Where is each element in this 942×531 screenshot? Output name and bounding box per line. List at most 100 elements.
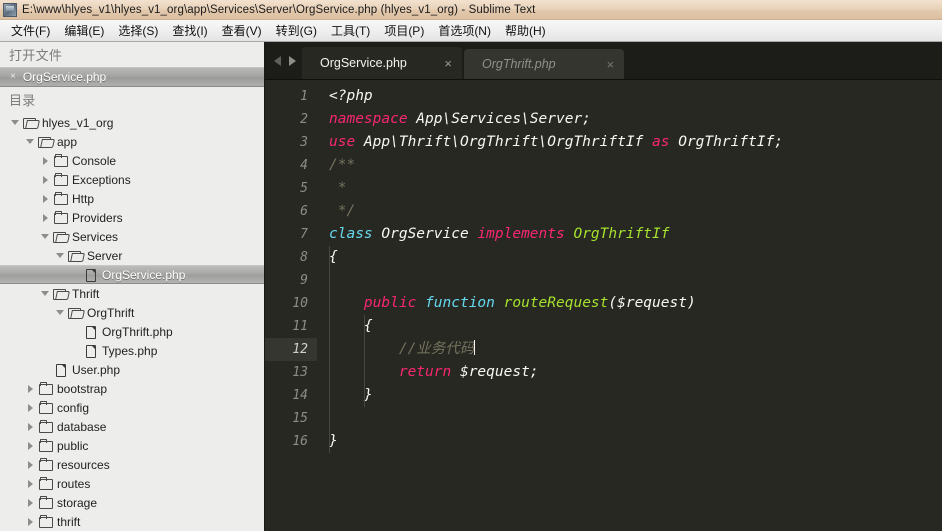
chevron-right-icon[interactable] (25, 497, 36, 508)
editor-tab-orgservice-php[interactable]: OrgService.php × (302, 47, 462, 79)
close-icon[interactable]: × (444, 57, 452, 70)
sublime-text-icon (3, 2, 17, 17)
line-number: 1 (300, 89, 308, 104)
chevron-down-icon[interactable] (10, 117, 21, 128)
tree-row-label: Http (72, 191, 95, 206)
chevron-right-icon[interactable] (25, 383, 36, 394)
line-number-gutter: 1 2 3 4 5 6 7 8 9 10 11 12 13 14 15 16 (265, 80, 317, 531)
menu-item-8[interactable]: 首选项(N) (431, 20, 498, 41)
tree-row-thrift[interactable]: thrift (0, 512, 264, 531)
chevron-right-icon[interactable] (25, 440, 36, 451)
line-number: 8 (300, 250, 308, 265)
tree-row-label: config (57, 400, 90, 415)
chevron-right-icon[interactable] (25, 478, 36, 489)
chevron-right-icon[interactable] (40, 174, 51, 185)
menu-item-7[interactable]: 项目(P) (377, 20, 431, 41)
tree-row-providers[interactable]: Providers (0, 208, 264, 227)
chevron-right-icon[interactable] (25, 402, 36, 413)
line-number: 6 (300, 204, 308, 219)
chevron-right-icon[interactable] (40, 155, 51, 166)
editor-tabbar: OrgService.php × OrgThrift.php × (265, 42, 942, 80)
menu-item-9[interactable]: 帮助(H) (498, 20, 553, 41)
text-caret (474, 340, 476, 355)
code-token: { (329, 318, 373, 334)
no-arrow-spacer (70, 345, 81, 356)
menu-item-4[interactable]: 查看(V) (215, 20, 269, 41)
tree-row-label: resources (57, 457, 110, 472)
tree-row-hlyes-v1-org[interactable]: hlyes_v1_org (0, 113, 264, 132)
code-line: //业务代码 (329, 338, 942, 361)
menubar: 文件(F) 编辑(E) 选择(S) 查找(I) 查看(V) 转到(G) 工具(T) 项目(P)… (0, 20, 942, 42)
chevron-down-icon[interactable] (40, 288, 51, 299)
menu-item-1[interactable]: 编辑(E) (57, 20, 111, 41)
tree-row-label: Types.php (102, 343, 158, 358)
tree-row-thrift[interactable]: Thrift (0, 284, 264, 303)
tree-row-database[interactable]: database (0, 417, 264, 436)
folder-icon (53, 154, 68, 167)
tree-row-types-php[interactable]: Types.php (0, 341, 264, 360)
chevron-down-icon[interactable] (55, 307, 66, 318)
code-line: return $request; (329, 361, 942, 384)
folder-open-icon (53, 288, 67, 300)
menu-item-0[interactable]: 文件(F) (4, 20, 57, 41)
code-token: App\Thrift\OrgThrift\OrgThriftIf (355, 134, 653, 150)
chevron-right-icon[interactable] (25, 459, 36, 470)
tree-row-label: Services (72, 229, 119, 244)
tree-row-label: Providers (72, 210, 123, 225)
line-number: 15 (292, 411, 308, 426)
file-icon (83, 269, 97, 282)
tree-row-http[interactable]: Http (0, 189, 264, 208)
tree-row-label: app (57, 134, 78, 149)
tree-row-storage[interactable]: storage (0, 493, 264, 512)
code-token: /** (329, 157, 356, 173)
tab-label: OrgService.php (320, 56, 407, 70)
tab-strip: OrgService.php × OrgThrift.php × (302, 47, 624, 79)
code-token: function (425, 295, 495, 311)
chevron-down-icon[interactable] (40, 231, 51, 242)
tree-row-console[interactable]: Console (0, 151, 264, 170)
tree-row-resources[interactable]: resources (0, 455, 264, 474)
code-content[interactable]: <?php namespace App\Services\Server; use A… (317, 80, 942, 531)
line-number: 2 (300, 112, 308, 127)
tree-row-server[interactable]: Server (0, 246, 264, 265)
code-token: * (329, 180, 347, 196)
tree-row-app[interactable]: app (0, 132, 264, 151)
menu-item-6[interactable]: 工具(T) (324, 20, 377, 41)
tree-row-user-php[interactable]: User.php (0, 360, 264, 379)
chevron-right-icon[interactable] (40, 193, 51, 204)
menu-item-3[interactable]: 查找(I) (165, 20, 214, 41)
tree-row-label: hlyes_v1_org (42, 115, 114, 130)
tree-row-label: thrift (57, 514, 81, 529)
menu-item-2[interactable]: 选择(S) (111, 20, 165, 41)
close-icon[interactable]: × (10, 72, 16, 82)
menu-item-5[interactable]: 转到(G) (269, 20, 324, 41)
tree-row-label: Server (87, 248, 123, 263)
chevron-right-icon[interactable] (40, 212, 51, 223)
folder-icon (38, 477, 53, 490)
tree-row-orgservice-php[interactable]: OrgService.php (0, 265, 264, 284)
tree-row-config[interactable]: config (0, 398, 264, 417)
tree-row-orgthrift[interactable]: OrgThrift (0, 303, 264, 322)
folder-open-icon (68, 250, 82, 262)
tree-row-routes[interactable]: routes (0, 474, 264, 493)
tree-row-public[interactable]: public (0, 436, 264, 455)
editor-tab-orgthrift-php[interactable]: OrgThrift.php × (464, 49, 624, 79)
code-token: ($request) (608, 295, 696, 311)
tree-row-bootstrap[interactable]: bootstrap (0, 379, 264, 398)
code-token: return (398, 364, 452, 380)
tree-row-services[interactable]: Services (0, 227, 264, 246)
chevron-right-icon[interactable] (25, 421, 36, 432)
arrow-left-icon[interactable] (273, 54, 283, 66)
open-file-row[interactable]: × OrgService.php (0, 67, 264, 87)
tree-row-label: User.php (72, 362, 121, 377)
code-area[interactable]: 1 2 3 4 5 6 7 8 9 10 11 12 13 14 15 16 <?php namespace A… (265, 80, 942, 531)
code-line: * (329, 177, 942, 200)
close-icon[interactable]: × (606, 58, 614, 71)
chevron-down-icon[interactable] (25, 136, 36, 147)
chevron-down-icon[interactable] (55, 250, 66, 261)
tree-row-orgthrift-php[interactable]: OrgThrift.php (0, 322, 264, 341)
chevron-right-icon[interactable] (25, 516, 36, 527)
arrow-right-icon[interactable] (287, 54, 297, 66)
tree-row-exceptions[interactable]: Exceptions (0, 170, 264, 189)
code-line: { (329, 246, 942, 269)
